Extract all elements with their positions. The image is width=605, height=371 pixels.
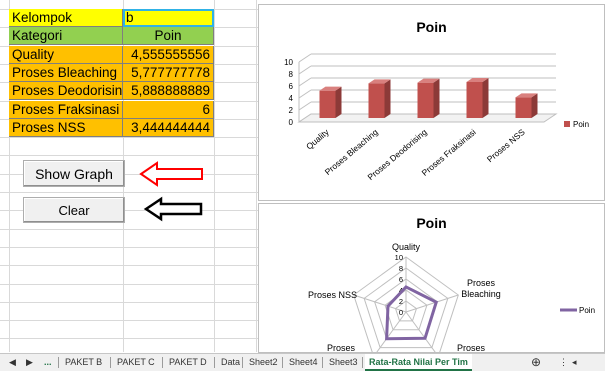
tab-separator — [282, 357, 283, 368]
gridline — [298, 77, 312, 87]
tab-separator — [322, 357, 323, 368]
tab-separator — [242, 357, 243, 368]
legend-swatch — [564, 121, 570, 127]
gridline — [298, 101, 312, 111]
table-label-cell[interactable]: Kategori — [9, 27, 123, 45]
radar-spoke — [405, 311, 436, 352]
hscroll-left-icon[interactable]: ◂ — [568, 354, 581, 371]
y-tick-label: 2 — [289, 106, 294, 115]
gridline — [298, 89, 312, 99]
show-graph-button[interactable]: Show Graph — [23, 160, 125, 187]
sheet-tab[interactable]: PAKET D — [165, 354, 211, 371]
r-tick-label: 8 — [399, 264, 403, 273]
y-tick-label: 10 — [284, 58, 293, 67]
table-value-cell[interactable]: 5,777777778 — [123, 64, 214, 82]
sheet-tab[interactable]: Sheet2 — [245, 354, 282, 371]
table-value-cell[interactable]: 5,888888889 — [123, 82, 214, 100]
y-tick-label: 6 — [289, 82, 294, 91]
bar — [466, 82, 483, 118]
x-tick-label: Proses NSS — [485, 127, 527, 165]
gridline — [298, 65, 312, 75]
gridline — [298, 53, 312, 63]
sheet-tab[interactable]: Sheet3 — [325, 354, 362, 371]
sheet-tab-bar: ◀ ▶ ... PAKET B PAKET C PAKET D Data Sheet2 S… — [0, 353, 605, 371]
more-tabs-ellipsis[interactable]: ... — [40, 354, 56, 371]
radar-spoke — [376, 311, 407, 352]
bar — [515, 97, 532, 118]
bar — [319, 90, 336, 118]
category-label: Bleaching — [461, 289, 501, 299]
x-tick-label: Quality — [304, 126, 331, 151]
sheet-tab[interactable]: Sheet4 — [285, 354, 322, 371]
bar-side — [482, 78, 489, 118]
grid-column-line — [214, 0, 215, 352]
table-label-cell[interactable]: Proses NSS — [9, 119, 123, 137]
r-tick-label: 2 — [399, 297, 403, 306]
radar-chart-plot: 0246810QualityProsesBleachingProsesProse… — [308, 242, 595, 353]
grid-column-line — [256, 0, 257, 352]
bar-side — [384, 79, 391, 118]
table-label-cell[interactable]: Proses Deodorising — [9, 82, 123, 100]
r-tick-label: 10 — [395, 253, 403, 262]
bar-chart[interactable]: Poin 0 2 4 6 8 10 Quality Proses Bleaching Prose… — [258, 4, 605, 201]
sheet-tab[interactable]: Rata-Rata Nilai Per Tim — [365, 354, 472, 371]
r-tick-label: 0 — [399, 308, 403, 317]
black-arrow-icon — [143, 196, 203, 222]
y-tick-label: 8 — [289, 70, 294, 79]
y-tick-label: 0 — [289, 118, 294, 127]
category-label: Proses — [467, 278, 496, 288]
group-input-cell[interactable]: b — [123, 9, 214, 27]
bar — [368, 83, 385, 118]
legend-label: Poin — [579, 306, 595, 315]
bar-side — [531, 93, 538, 118]
table-value-cell[interactable]: 3,444444444 — [123, 119, 214, 137]
table-value-cell[interactable]: Poin — [123, 27, 214, 45]
radar-chart[interactable]: Poin 0 2 4 6 8 10 Quality Proses Bleaching Proses… — [258, 203, 605, 353]
table-value-cell[interactable]: 6 — [123, 101, 214, 119]
tab-separator — [214, 357, 215, 368]
r-tick-label: 6 — [399, 275, 403, 284]
table-value-cell[interactable]: 4,555555556 — [123, 46, 214, 64]
y-tick-label: 4 — [289, 94, 294, 103]
category-label: Quality — [392, 242, 421, 252]
table-label-cell[interactable]: Proses Bleaching — [9, 64, 123, 82]
table-label-cell[interactable]: Quality — [9, 46, 123, 64]
tab-separator — [362, 357, 363, 368]
tab-separator — [162, 357, 163, 368]
red-arrow-icon — [139, 161, 203, 187]
scroll-left-icon[interactable]: ◀ — [5, 354, 20, 371]
category-label: Proses — [457, 343, 486, 353]
legend-label: Poin — [573, 120, 589, 129]
bar-chart-plot: 0246810QualityProses BleachingProses Deo… — [284, 53, 589, 182]
radar-series-line — [385, 285, 439, 341]
clear-button[interactable]: Clear — [23, 197, 125, 223]
category-label: Proses NSS — [308, 290, 357, 300]
table-label-cell[interactable]: Kelompok — [9, 9, 123, 27]
tab-separator — [58, 357, 59, 368]
sheet-tab[interactable]: Data — [217, 354, 244, 371]
add-sheet-icon[interactable]: ⊕ — [527, 354, 545, 371]
bar-side — [335, 86, 342, 118]
table-label-cell[interactable]: Proses Fraksinasi — [9, 101, 123, 119]
bar — [417, 82, 434, 118]
bar-side — [433, 78, 440, 118]
category-label: Proses — [327, 343, 356, 353]
scroll-right-icon[interactable]: ▶ — [22, 354, 37, 371]
sheet-tab[interactable]: PAKET B — [61, 354, 106, 371]
tab-separator — [110, 357, 111, 368]
sheet-tab[interactable]: PAKET C — [113, 354, 159, 371]
